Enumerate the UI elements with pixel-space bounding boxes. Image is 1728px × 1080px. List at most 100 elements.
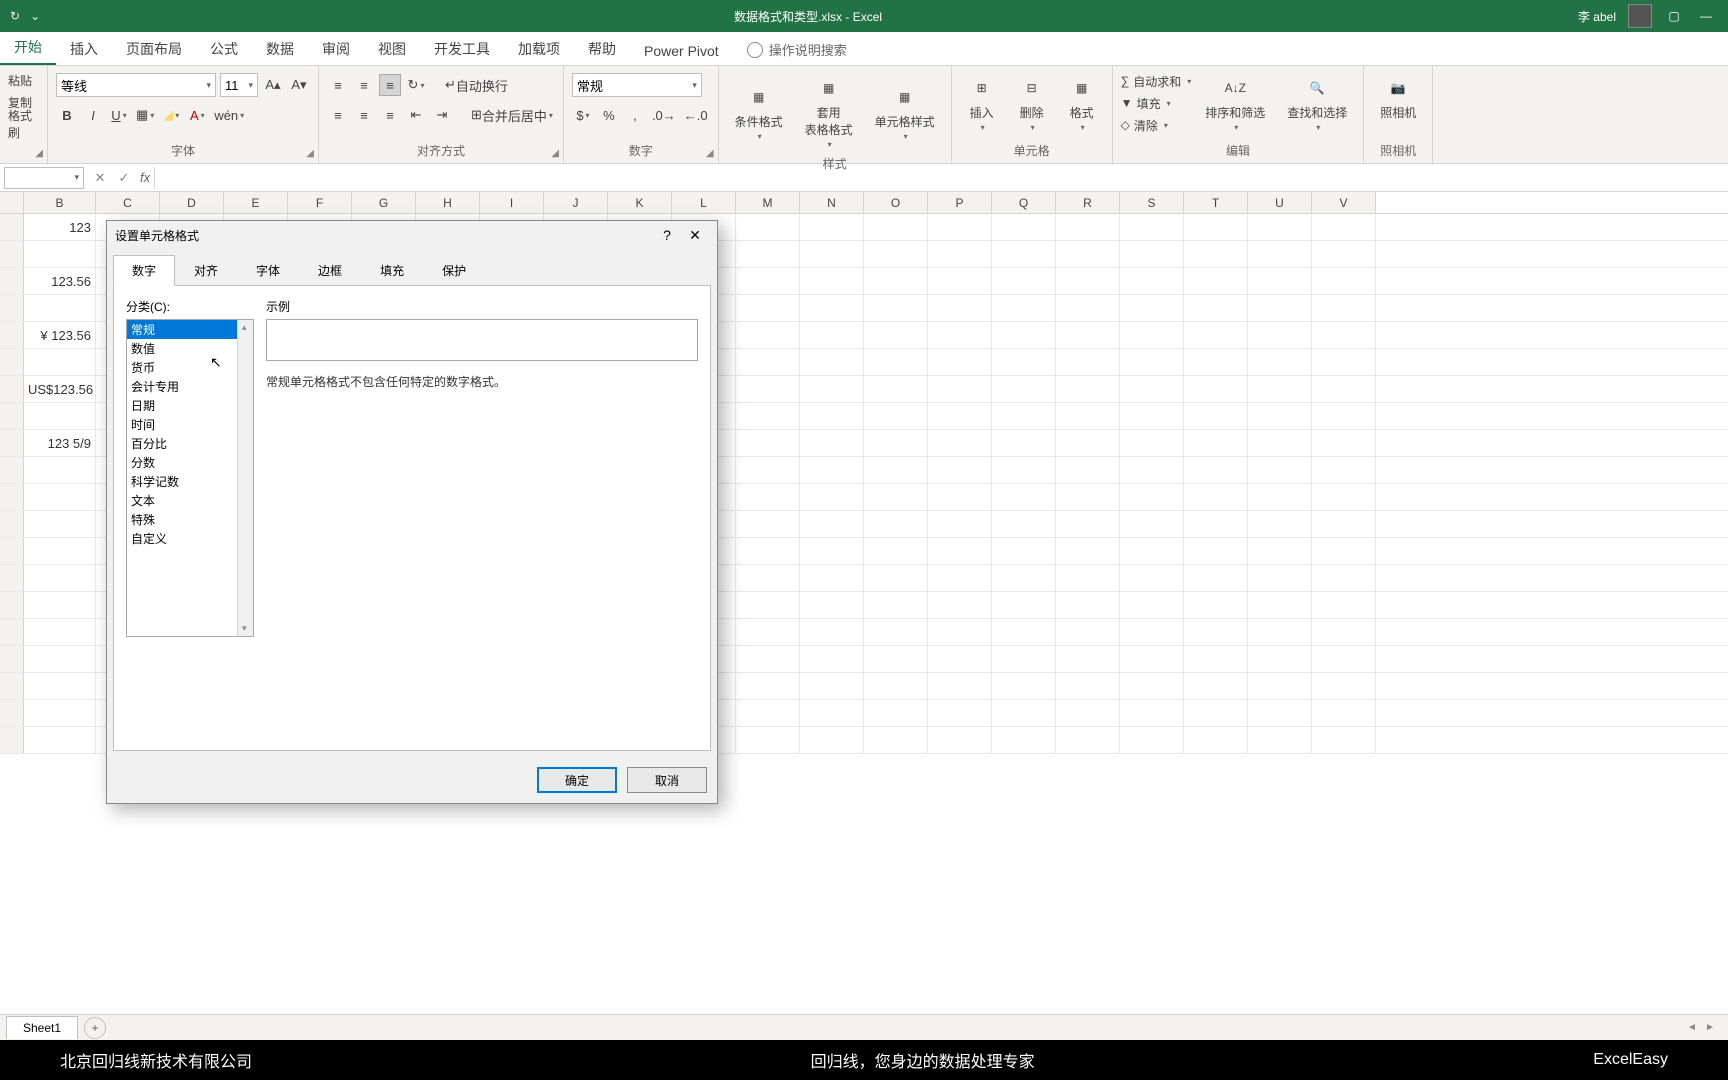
row-header[interactable] xyxy=(0,403,24,429)
dialog-tab-protection[interactable]: 保护 xyxy=(423,255,485,286)
cell[interactable] xyxy=(1184,673,1248,699)
row-header[interactable] xyxy=(0,268,24,294)
cell[interactable] xyxy=(800,484,864,510)
cell[interactable] xyxy=(1184,592,1248,618)
cell[interactable] xyxy=(992,700,1056,726)
cell[interactable] xyxy=(1120,511,1184,537)
cell[interactable] xyxy=(736,511,800,537)
cell[interactable] xyxy=(1312,619,1376,645)
row-header[interactable] xyxy=(0,214,24,240)
orientation-icon[interactable]: ↻ xyxy=(405,74,427,96)
cell[interactable] xyxy=(1120,565,1184,591)
clipboard-launcher-icon[interactable]: ◢ xyxy=(35,148,43,159)
col-header[interactable]: S xyxy=(1120,192,1184,213)
cell[interactable] xyxy=(1056,349,1120,375)
user-name[interactable]: 李 abel xyxy=(1578,8,1616,25)
cell[interactable] xyxy=(1120,349,1184,375)
cell[interactable] xyxy=(736,484,800,510)
align-left-icon[interactable]: ≡ xyxy=(327,104,349,126)
name-box[interactable]: ▾ xyxy=(4,167,84,189)
cat-general[interactable]: 常规 xyxy=(127,320,253,339)
row-header[interactable] xyxy=(0,727,24,753)
tab-addins[interactable]: 加载项 xyxy=(504,33,574,65)
cell[interactable] xyxy=(928,619,992,645)
cell[interactable] xyxy=(992,241,1056,267)
cell[interactable] xyxy=(1312,403,1376,429)
cell[interactable] xyxy=(1056,484,1120,510)
fill-button[interactable]: ▼ 填充 xyxy=(1121,93,1192,113)
row-header[interactable] xyxy=(0,565,24,591)
col-header[interactable]: N xyxy=(800,192,864,213)
cell[interactable] xyxy=(1312,241,1376,267)
cell[interactable] xyxy=(864,349,928,375)
cell[interactable] xyxy=(800,619,864,645)
cell[interactable] xyxy=(864,268,928,294)
cell[interactable] xyxy=(800,646,864,672)
help-icon[interactable]: ? xyxy=(653,227,681,243)
clear-button[interactable]: ◇ 清除 xyxy=(1121,115,1192,135)
scroll-left-icon[interactable]: ◄ xyxy=(1684,1022,1700,1033)
col-header[interactable]: G xyxy=(352,192,416,213)
col-header[interactable]: U xyxy=(1248,192,1312,213)
col-header[interactable]: K xyxy=(608,192,672,213)
cell[interactable] xyxy=(1248,484,1312,510)
cell[interactable] xyxy=(1248,241,1312,267)
align-bottom-icon[interactable]: ≡ xyxy=(379,74,401,96)
cell[interactable] xyxy=(1248,376,1312,402)
cell[interactable] xyxy=(1056,214,1120,240)
cell[interactable] xyxy=(1184,457,1248,483)
cat-special[interactable]: 特殊 xyxy=(127,510,253,529)
cell[interactable] xyxy=(928,565,992,591)
cell[interactable] xyxy=(736,700,800,726)
cell[interactable] xyxy=(736,646,800,672)
cell[interactable] xyxy=(736,592,800,618)
cell[interactable] xyxy=(1120,214,1184,240)
cat-text[interactable]: 文本 xyxy=(127,491,253,510)
cell[interactable] xyxy=(736,295,800,321)
user-avatar[interactable] xyxy=(1628,4,1652,28)
cell[interactable]: ¥ 123.56 xyxy=(24,322,96,348)
cell[interactable] xyxy=(800,376,864,402)
col-header[interactable]: R xyxy=(1056,192,1120,213)
cell[interactable] xyxy=(864,619,928,645)
add-sheet-button[interactable]: + xyxy=(84,1017,106,1039)
cell[interactable] xyxy=(800,349,864,375)
row-header[interactable] xyxy=(0,646,24,672)
paste-button[interactable]: 粘贴 xyxy=(8,70,39,90)
cell[interactable] xyxy=(864,376,928,402)
cell[interactable] xyxy=(1248,646,1312,672)
cell[interactable] xyxy=(928,511,992,537)
font-launcher-icon[interactable]: ◢ xyxy=(306,148,314,159)
cell[interactable] xyxy=(992,592,1056,618)
cell[interactable] xyxy=(864,457,928,483)
cat-percent[interactable]: 百分比 xyxy=(127,434,253,453)
cell[interactable] xyxy=(1184,484,1248,510)
cell[interactable] xyxy=(928,349,992,375)
cell[interactable] xyxy=(1120,403,1184,429)
cell[interactable] xyxy=(736,619,800,645)
cell[interactable] xyxy=(1248,214,1312,240)
col-header[interactable]: C xyxy=(96,192,160,213)
cell[interactable] xyxy=(1056,268,1120,294)
row-header[interactable] xyxy=(0,484,24,510)
cell[interactable] xyxy=(928,403,992,429)
cell[interactable] xyxy=(1312,727,1376,753)
cell[interactable] xyxy=(864,727,928,753)
cell[interactable] xyxy=(736,430,800,456)
cell[interactable] xyxy=(992,565,1056,591)
increase-font-icon[interactable]: A▴ xyxy=(262,74,284,96)
col-header[interactable]: P xyxy=(928,192,992,213)
cell[interactable] xyxy=(736,268,800,294)
cell[interactable] xyxy=(1312,214,1376,240)
dialog-titlebar[interactable]: 设置单元格格式 ? ✕ xyxy=(107,221,717,249)
cat-accounting[interactable]: 会计专用 xyxy=(127,377,253,396)
category-list[interactable]: 常规 数值 货币 会计专用 日期 时间 百分比 分数 科学记数 文本 特殊 自定… xyxy=(126,319,254,637)
cell[interactable] xyxy=(800,214,864,240)
sheet-tab[interactable]: Sheet1 xyxy=(6,1016,78,1039)
cat-date[interactable]: 日期 xyxy=(127,396,253,415)
cell[interactable] xyxy=(736,457,800,483)
cell[interactable] xyxy=(1120,322,1184,348)
cell[interactable] xyxy=(800,565,864,591)
cell[interactable] xyxy=(1056,619,1120,645)
cell[interactable] xyxy=(736,241,800,267)
